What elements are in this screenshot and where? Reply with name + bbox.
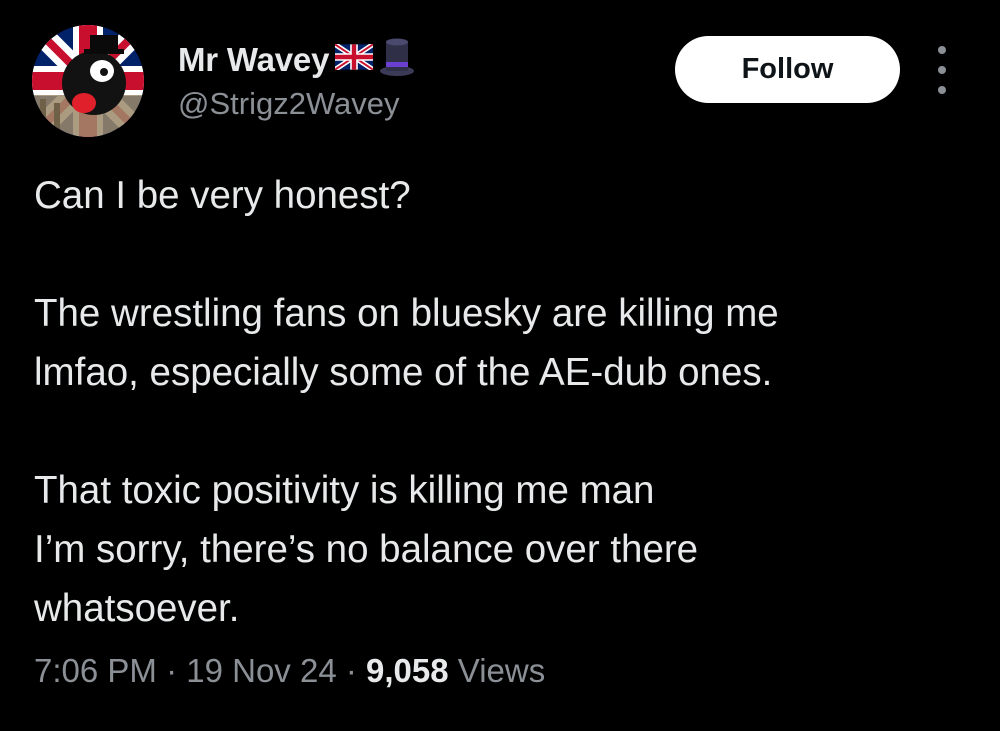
tweet-line: That toxic positivity is killing me man	[34, 469, 655, 512]
top-hat-icon	[379, 38, 415, 81]
tweet-line: The wrestling fans on bluesky are killin…	[34, 292, 779, 335]
display-name-row: Mr Wavey	[178, 38, 415, 81]
avatar[interactable]	[32, 25, 144, 137]
tweet-card: Mr Wavey @Strigz2Wavey Follow Can I be v…	[0, 0, 1000, 731]
user-handle[interactable]: @Strigz2Wavey	[178, 86, 400, 122]
avatar-image	[32, 25, 144, 137]
tweet-line: whatsoever.	[34, 587, 240, 630]
tweet-time[interactable]: 7:06 PM	[34, 652, 157, 689]
uk-flag-icon	[333, 42, 375, 75]
more-dot	[938, 86, 946, 94]
tweet-text: Can I be very honest? The wrestling fans…	[34, 166, 974, 638]
tweet-line: I’m sorry, there’s no balance over there	[34, 528, 699, 571]
views-label: Views	[457, 652, 546, 689]
tweet-line: Can I be very honest?	[34, 174, 411, 217]
meta-separator: ·	[345, 652, 357, 689]
tweet-date[interactable]: 19 Nov 24	[186, 652, 336, 689]
more-dot	[938, 66, 946, 74]
views-count: 9,058	[366, 652, 449, 689]
tweet-meta: 7:06 PM · 19 Nov 24 · 9,058 Views	[34, 652, 545, 690]
tweet-line: lmfao, especially some of the AE-dub one…	[34, 351, 773, 394]
more-options-icon[interactable]	[928, 46, 956, 94]
display-name[interactable]: Mr Wavey	[178, 41, 329, 79]
meta-separator: ·	[166, 652, 178, 689]
follow-button[interactable]: Follow	[675, 36, 900, 103]
more-dot	[938, 46, 946, 54]
